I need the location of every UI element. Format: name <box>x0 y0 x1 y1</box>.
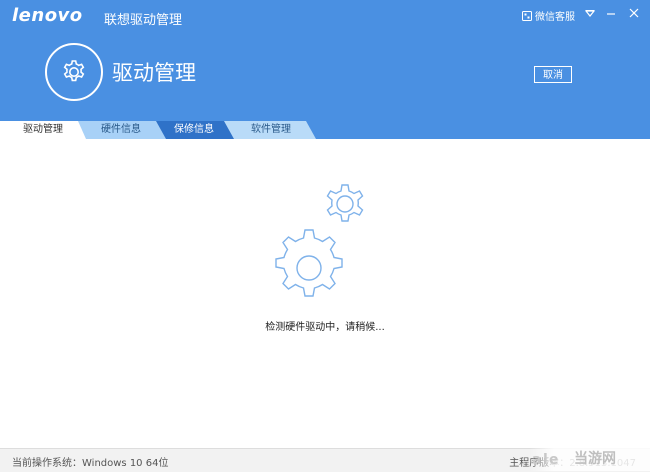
minimize-icon <box>607 13 615 15</box>
wechat-service-label: 微信客服 <box>535 12 575 23</box>
tab-driver-management[interactable]: 驱动管理 <box>0 121 86 139</box>
driver-gear-badge <box>45 43 103 101</box>
small-gear-icon <box>326 184 364 222</box>
gear-icon <box>63 60 85 82</box>
lenovo-logo: lenovo <box>12 5 83 26</box>
app-title: 联想驱动管理 <box>104 13 183 28</box>
site-watermark: a l e 当游网 <box>530 445 650 471</box>
wechat-service-button[interactable]: 微信客服 <box>522 8 575 23</box>
watermark-logo-icon: a l e <box>532 452 559 468</box>
title-bar: lenovo 联想驱动管理 微信客服 <box>0 0 650 32</box>
chevron-down-icon <box>584 10 596 17</box>
detecting-status-text: 检测硬件驱动中，请稍候... <box>265 322 385 333</box>
page-title: 驱动管理 <box>112 61 196 85</box>
tab-bar: 驱动管理 硬件信息 保修信息 软件管理 <box>0 121 650 139</box>
close-button[interactable] <box>626 6 642 22</box>
svg-text:a: a <box>532 452 541 468</box>
header-bar: lenovo 联想驱动管理 微信客服 驱动管理 取消 驱动管理 硬件信息 保修信… <box>0 0 650 139</box>
minimize-button[interactable] <box>603 6 619 22</box>
svg-text:l: l <box>543 452 548 468</box>
close-icon <box>629 8 639 18</box>
watermark-text: 当游网 <box>574 451 616 467</box>
menu-dropdown-button[interactable] <box>582 6 598 22</box>
cancel-button[interactable]: 取消 <box>534 66 572 83</box>
loading-gears-illustration <box>262 182 382 312</box>
os-info-label: 当前操作系统：Windows 10 64位 <box>12 458 169 469</box>
wechat-icon <box>522 10 532 21</box>
tab-software-management[interactable]: 软件管理 <box>220 121 316 139</box>
svg-text:e: e <box>549 452 559 468</box>
large-gear-icon <box>275 229 343 297</box>
